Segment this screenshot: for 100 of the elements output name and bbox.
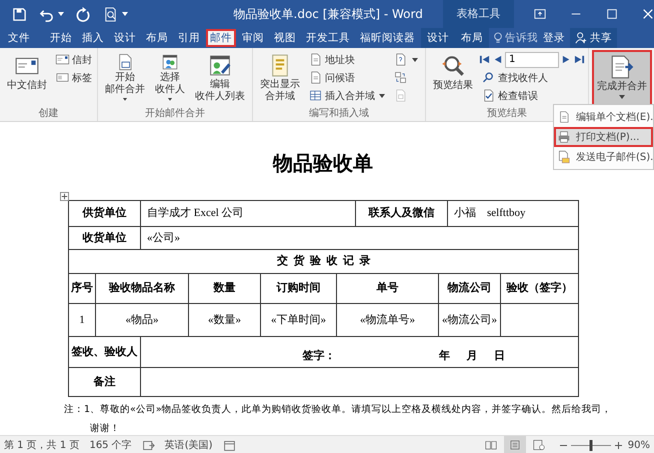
ribbon-button[interactable]: 地址块 — [306, 51, 389, 68]
last-record-icon[interactable] — [574, 54, 585, 65]
ribbon-button[interactable]: 检查错误 — [479, 87, 585, 104]
document-envelope-icon — [557, 150, 571, 164]
group-label: 编写和插入域 — [309, 106, 369, 121]
ribbon-tab[interactable]: 插入 — [78, 29, 108, 47]
ribbon-tab[interactable]: 引用 — [174, 29, 204, 47]
lightbulb-icon — [493, 32, 503, 44]
word-count[interactable]: 165 个字 — [89, 438, 132, 452]
table-cell: 签收、验收人 — [69, 337, 141, 368]
table-cell: «数量» — [189, 304, 261, 337]
group-label: 预览结果 — [487, 106, 527, 121]
table-icon — [308, 88, 323, 103]
table-cell: 交 货 验 收 记 录 — [69, 250, 579, 274]
column-header: 验收（签字） — [501, 274, 579, 304]
next-record-icon[interactable] — [561, 54, 572, 65]
envelope-icon — [55, 52, 70, 67]
date-label: 年 月 日 — [439, 350, 505, 363]
ribbon-tab[interactable]: 设计 — [421, 28, 455, 48]
redo-icon[interactable] — [76, 6, 91, 22]
printer-icon — [557, 130, 571, 144]
ribbon-button[interactable]: 插入合并域 — [306, 87, 389, 104]
maximize-icon[interactable] — [606, 8, 618, 20]
page-count[interactable]: 第 1 页，共 1 页 — [4, 438, 80, 452]
print-preview-icon[interactable] — [103, 6, 118, 22]
caret-icon — [412, 58, 418, 62]
proofing-icon[interactable] — [142, 438, 155, 452]
menu-item[interactable]: 编辑单个文档(E). — [554, 107, 653, 127]
ribbon-button[interactable]: 预览结果 — [429, 50, 477, 106]
document-icon — [557, 110, 571, 124]
record-number-field[interactable]: 1 — [505, 52, 559, 68]
caret-icon — [619, 95, 625, 99]
view-button[interactable] — [504, 436, 526, 453]
column-header: 单号 — [337, 274, 439, 304]
context-tab-title: 表格工具 — [443, 0, 514, 28]
menu-item[interactable]: 打印文档(P)... — [554, 127, 653, 147]
signature-label: 签字： — [302, 350, 336, 363]
ribbon-button[interactable]: 问候语 — [306, 69, 389, 86]
ribbon-tab[interactable]: 审阅 — [238, 29, 268, 47]
person-plus-icon — [575, 32, 587, 44]
people-pencil-icon — [207, 53, 233, 78]
share-button[interactable]: 共享 — [570, 28, 617, 48]
caret-icon — [167, 98, 173, 101]
ribbon-button[interactable]: 突出显示 合并域 — [256, 50, 304, 106]
note-text: 注：1、尊敬的«公司»物品签收负责人，此单为购销收货验收单。请填写以上空格及横线处内容，并签字确认。然后给我司， — [64, 403, 613, 416]
ribbon-button[interactable]: 标签 — [53, 69, 94, 86]
book-icon — [484, 438, 498, 452]
ribbon-button[interactable]: 选择 收件人 — [151, 50, 189, 106]
note-text: 谢谢！ — [90, 422, 121, 435]
macro-record-icon[interactable] — [222, 438, 236, 452]
sign-in-link[interactable]: 登录 — [543, 31, 565, 45]
ribbon-display-icon[interactable] — [534, 8, 546, 20]
ribbon-button[interactable]: 编辑 收件人列表 — [191, 50, 249, 106]
close-icon[interactable] — [642, 8, 654, 20]
table-cell: «物品» — [96, 304, 189, 337]
table-cell: «物流单号» — [337, 304, 439, 337]
column-header: 数量 — [189, 274, 261, 304]
tell-me-field[interactable]: 告诉我 — [493, 31, 538, 45]
table-cell: «物流公司» — [439, 304, 501, 337]
ribbon-tab[interactable]: 邮件 — [206, 29, 236, 47]
ribbon-tab[interactable]: 福昕阅读器 — [356, 29, 419, 47]
document-arrow-icon — [609, 54, 635, 80]
group-label: 创建 — [38, 106, 58, 121]
table-cell: «下单时间» — [261, 304, 337, 337]
caret-icon[interactable] — [58, 12, 64, 16]
ribbon-tab[interactable]: 视图 — [270, 29, 300, 47]
caret-icon — [122, 98, 128, 101]
swap-icon — [393, 70, 408, 85]
ribbon-button[interactable]: 查找收件人 — [479, 69, 585, 86]
ribbon-button[interactable]: 信封 — [53, 51, 94, 68]
ribbon-tab[interactable]: 开始 — [46, 29, 76, 47]
ribbon-button[interactable]: 完成并合并 — [592, 50, 652, 106]
globe-page-icon — [532, 438, 546, 452]
table-cell: 备注 — [69, 368, 141, 397]
page-icon — [508, 438, 522, 452]
table-move-handle-icon[interactable] — [60, 192, 69, 201]
ribbon-tab[interactable]: 设计 — [110, 29, 140, 47]
ribbon-tab[interactable]: 布局 — [142, 29, 172, 47]
column-header: 序号 — [69, 274, 96, 304]
ribbon-button[interactable]: 开始 邮件合并 — [101, 50, 149, 106]
caret-icon — [379, 94, 385, 98]
column-header: 验收物品名称 — [96, 274, 189, 304]
table-cell: 收货单位 — [69, 227, 141, 250]
ribbon-button[interactable]: 中文信封 — [3, 50, 51, 106]
table-cell: 联系人及微信 — [356, 201, 448, 227]
language-indicator[interactable]: 英语(美国) — [164, 438, 213, 452]
zoom-slider-thumb[interactable] — [589, 440, 592, 450]
ribbon-tab[interactable]: 文件 — [4, 29, 34, 47]
window-title: 物品验收单.doc [兼容模式] - Word — [232, 6, 424, 22]
ribbon-tab[interactable]: 布局 — [455, 28, 489, 48]
save-icon[interactable] — [12, 6, 27, 22]
previous-record-icon[interactable] — [492, 54, 503, 65]
menu-item[interactable]: 发送电子邮件(S). — [554, 147, 653, 167]
caret-icon[interactable] — [122, 12, 128, 16]
ribbon-tab[interactable]: 开发工具 — [302, 29, 354, 47]
table-cell: 小福 selfttboy — [448, 201, 579, 227]
table-cell: 1 — [69, 304, 96, 337]
table-cell: «公司» — [141, 227, 579, 250]
zoom-level[interactable]: 90% — [628, 440, 650, 450]
first-record-icon[interactable] — [479, 54, 490, 65]
